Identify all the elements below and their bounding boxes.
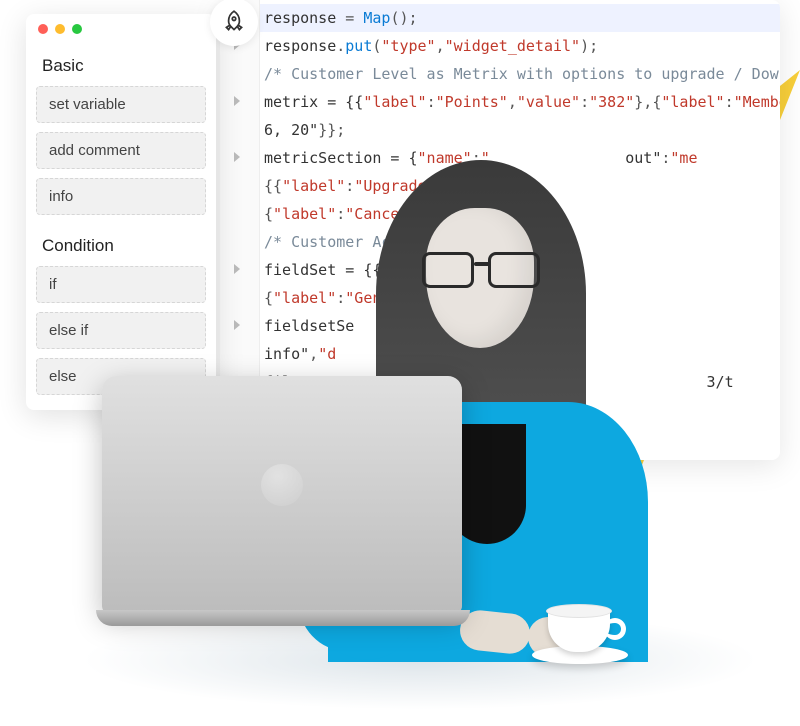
sidebar-window: Basic set variable add comment info Cond… [26,14,216,410]
item-set-variable[interactable]: set variable [36,86,206,123]
window-close-icon[interactable] [38,24,48,34]
window-minimize-icon[interactable] [55,24,65,34]
coffee-cup [548,604,628,664]
section-title-condition: Condition [26,224,216,266]
glasses-icon [422,252,542,292]
item-else-if[interactable]: else if [36,312,206,349]
laptop-illustration [102,376,470,646]
item-add-comment[interactable]: add comment [36,132,206,169]
window-zoom-icon[interactable] [72,24,82,34]
section-title-basic: Basic [26,44,216,86]
item-info[interactable]: info [36,178,206,215]
window-traffic-lights [26,14,216,44]
rocket-icon [210,0,258,46]
item-if[interactable]: if [36,266,206,303]
